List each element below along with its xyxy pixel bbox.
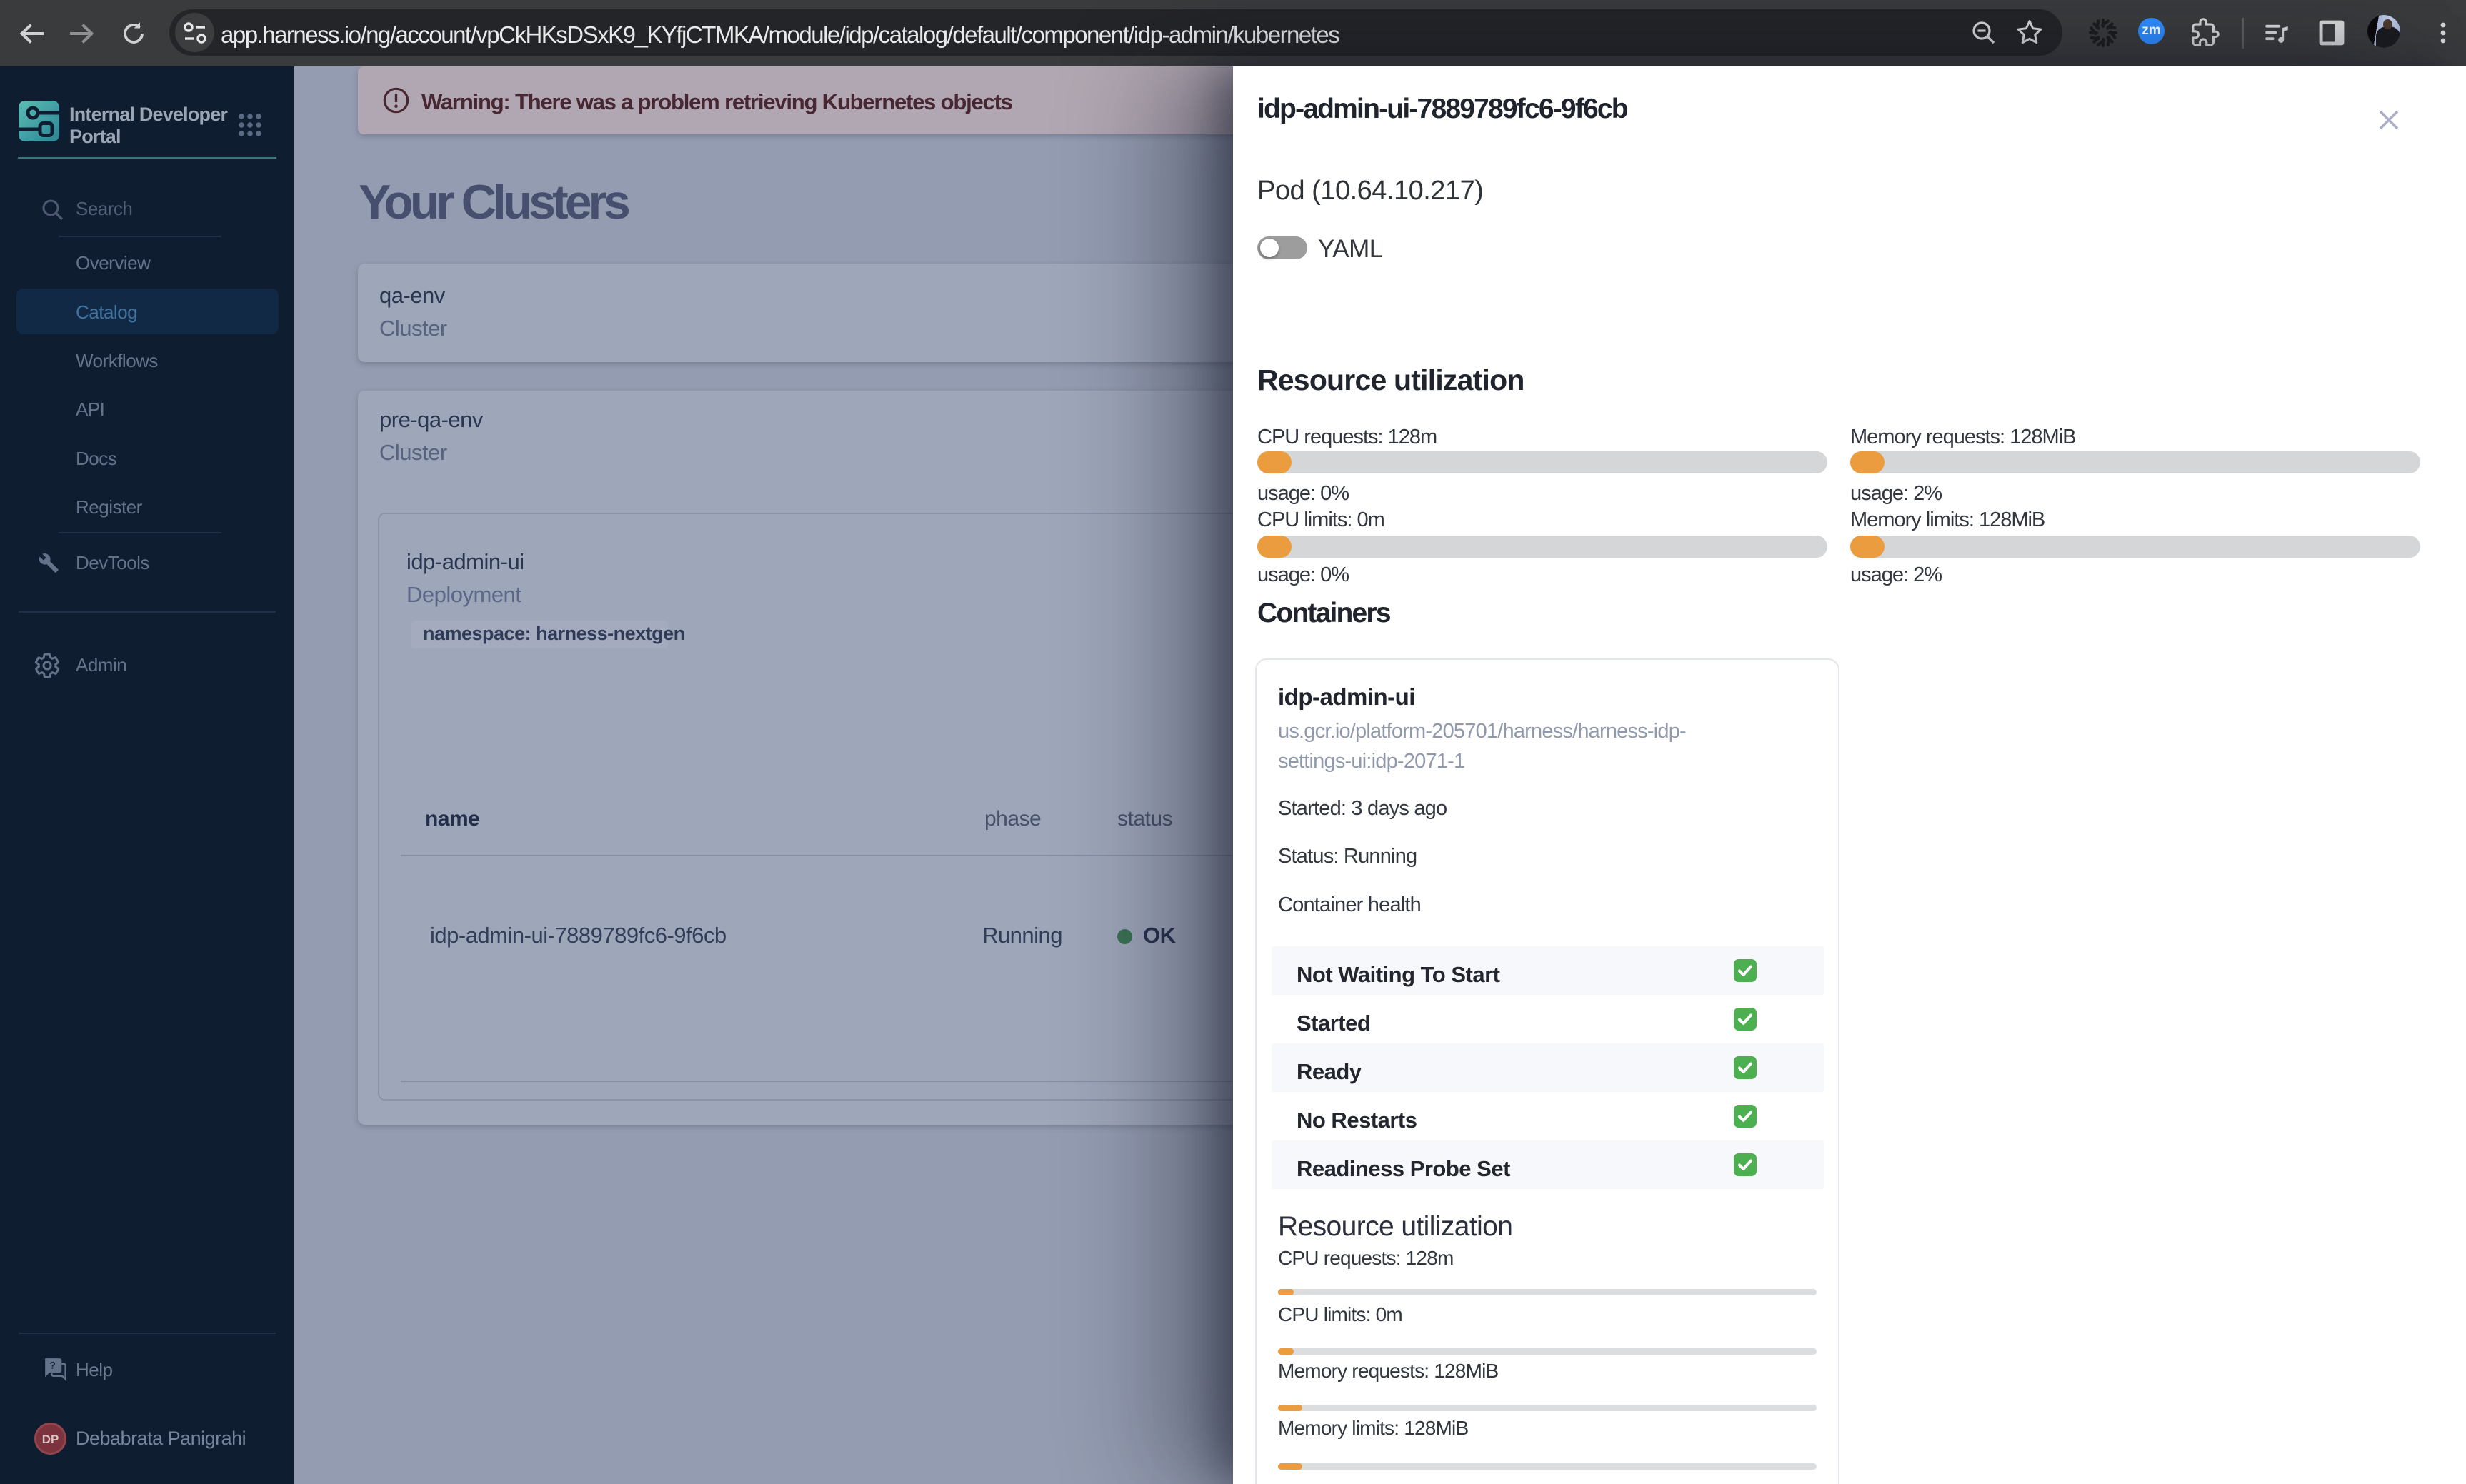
svg-text:?: ?	[49, 1360, 55, 1371]
